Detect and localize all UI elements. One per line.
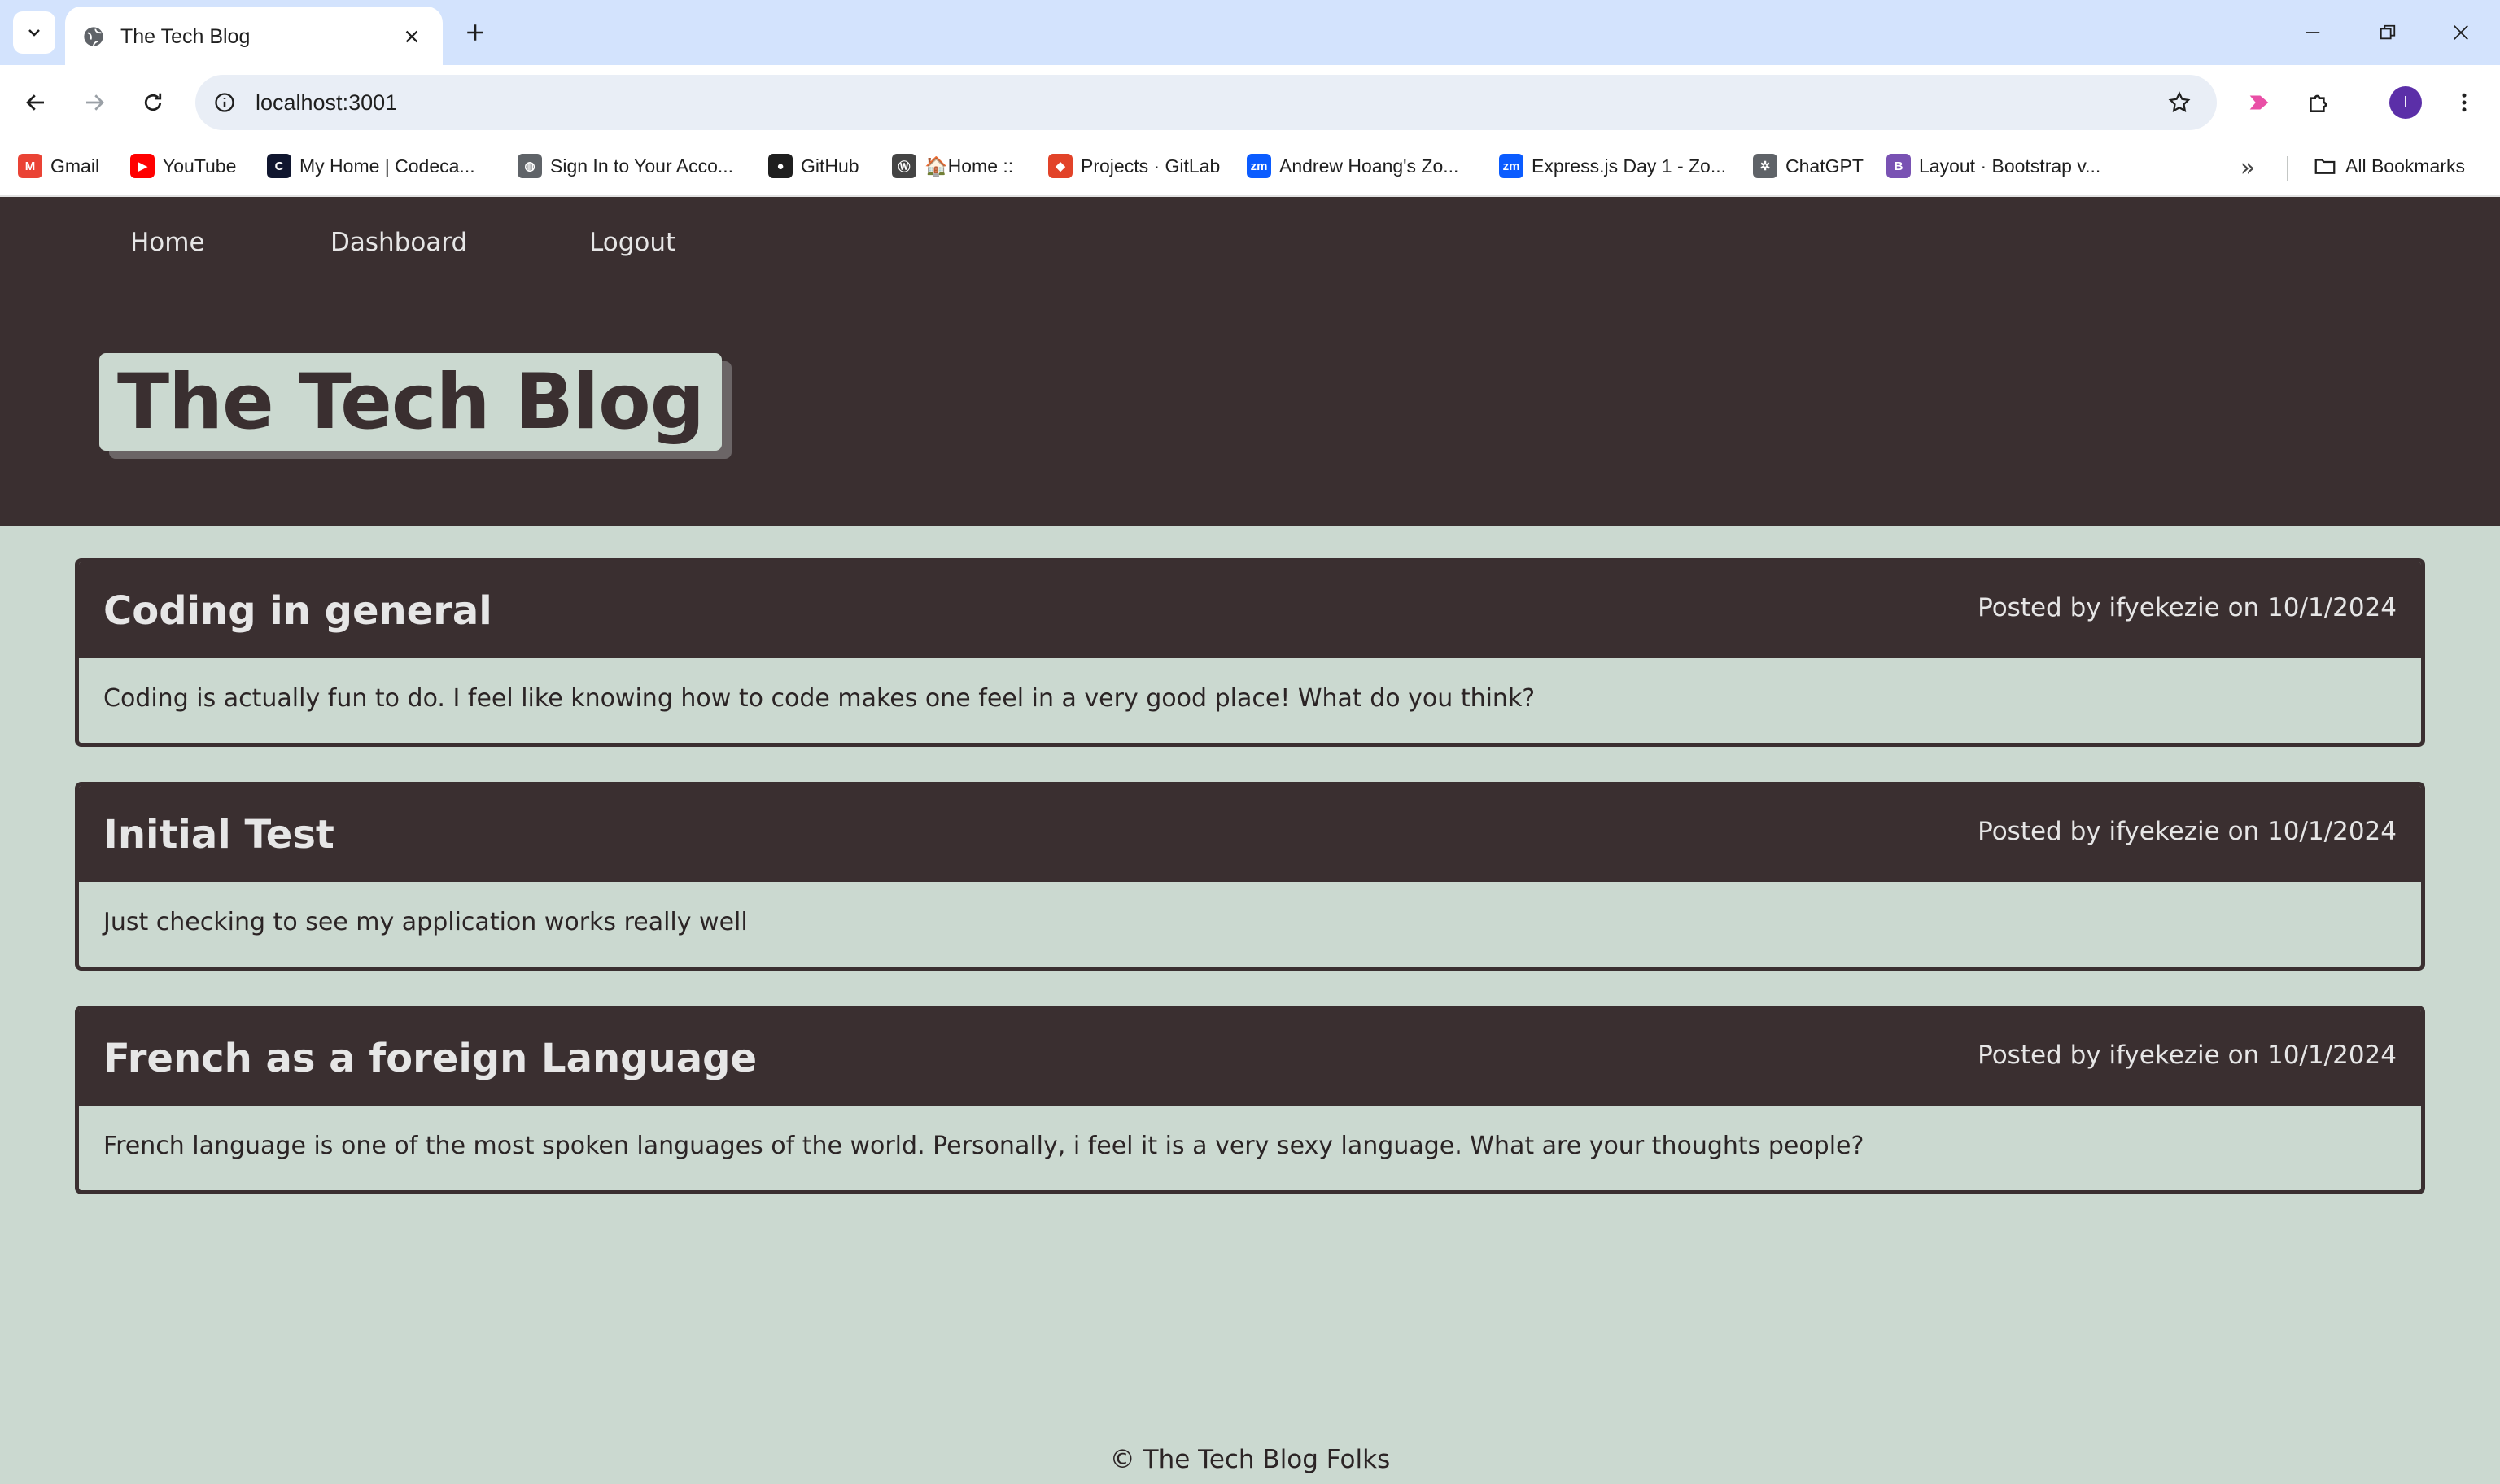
more-menu-icon[interactable] [2445, 83, 2484, 122]
restore-button[interactable] [2370, 15, 2406, 50]
tab-search-button[interactable] [13, 11, 55, 54]
post-meta: Posted by ifyekezie on 10/1/2024 [1978, 593, 2397, 622]
bookmark-label: Express.js Day 1 - Zo... [1532, 155, 1727, 177]
bookmark-label: YouTube [163, 155, 237, 177]
bookmark-label: Projects · GitLab [1081, 155, 1221, 177]
bootcamp-icon: Ⓦ [892, 154, 916, 178]
bookmark-item[interactable]: zm Express.js Day 1 - Zo... [1499, 150, 1726, 182]
minimize-icon [2306, 32, 2320, 33]
new-tab-button[interactable] [457, 15, 493, 50]
post-title[interactable]: Initial Test [103, 812, 334, 858]
browser-tab[interactable]: The Tech Blog [65, 7, 443, 67]
zoom-icon: zm [1499, 154, 1523, 178]
extension-pink-icon[interactable] [2240, 83, 2279, 122]
post-card[interactable]: French as a foreign Language Posted by i… [75, 1006, 2425, 1194]
youtube-icon: ▶ [130, 154, 155, 178]
bookmark-item[interactable]: ✲ ChatGPT [1753, 150, 1864, 182]
post-card[interactable]: Initial Test Posted by ifyekezie on 10/1… [75, 782, 2425, 971]
bookmark-item[interactable]: zm Andrew Hoang's Zo... [1247, 150, 1458, 182]
chevron-down-icon [28, 29, 40, 37]
all-bookmarks-label: All Bookmarks [2345, 155, 2465, 177]
post-body: Just checking to see my application work… [103, 908, 748, 936]
bookmark-label: 🏠Home :: [924, 155, 1014, 177]
plus-icon [467, 24, 483, 41]
globe-icon: ◍ [518, 154, 542, 178]
gmail-icon: M [18, 154, 42, 178]
profile-avatar[interactable]: I [2389, 86, 2422, 119]
forward-button[interactable] [75, 83, 114, 122]
reload-button[interactable] [133, 83, 173, 122]
bookmark-label: Andrew Hoang's Zo... [1279, 155, 1459, 177]
site-footer: © The Tech Blog Folks [1109, 1445, 1391, 1474]
bootstrap-icon: B [1886, 154, 1911, 178]
all-bookmarks-button[interactable]: All Bookmarks [2313, 150, 2465, 182]
post-body: French language is one of the most spoke… [103, 1132, 1864, 1160]
bookmark-item[interactable]: Ⓦ 🏠Home :: [892, 150, 1013, 182]
post-title[interactable]: French as a foreign Language [103, 1036, 757, 1081]
bookmarks-divider [2287, 156, 2288, 181]
globe-icon [81, 24, 106, 49]
reload-icon [144, 93, 162, 111]
browser-toolbar: localhost:3001 I [0, 65, 2500, 140]
post-body: Coding is actually fun to do. I feel lik… [103, 684, 1536, 713]
close-window-button[interactable] [2443, 15, 2479, 50]
bookmark-item[interactable]: B Layout · Bootstrap v... [1886, 150, 2100, 182]
bookmark-item[interactable]: ● GitHub [768, 150, 859, 182]
bookmark-item[interactable]: M Gmail [18, 150, 99, 182]
nav-dashboard-link[interactable]: Dashboard [330, 228, 467, 257]
url-text[interactable]: localhost:3001 [256, 90, 2160, 116]
tab-title: The Tech Blog [120, 24, 251, 48]
site-header: Home Dashboard Logout The Tech Blog [0, 197, 2500, 526]
more-bookmarks-icon[interactable]: » [2230, 151, 2266, 184]
close-icon [2454, 25, 2468, 40]
bookmark-label: Layout · Bootstrap v... [1919, 155, 2101, 177]
post-title[interactable]: Coding in general [103, 588, 492, 634]
codecademy-icon: C [267, 154, 291, 178]
bookmarks-bar: » All Bookmarks M Gmail ▶ YouTube C My Home |… [0, 140, 2500, 197]
bookmark-label: GitHub [801, 155, 859, 177]
extensions-puzzle-icon[interactable] [2300, 83, 2339, 122]
site-info-icon[interactable] [205, 83, 244, 122]
bookmark-item[interactable]: ◆ Projects · GitLab [1048, 150, 1220, 182]
nav-home-link[interactable]: Home [130, 228, 205, 257]
minimize-button[interactable] [2295, 15, 2331, 50]
post-meta: Posted by ifyekezie on 10/1/2024 [1978, 1041, 2397, 1070]
post-header: French as a foreign Language Posted by i… [79, 1010, 2421, 1106]
nav-logout-link[interactable]: Logout [589, 228, 675, 257]
restore-icon [2380, 24, 2396, 40]
browser-tabstrip: The Tech Blog [0, 0, 2500, 67]
bookmark-item[interactable]: C My Home | Codeca... [267, 150, 475, 182]
post-header: Coding in general Posted by ifyekezie on… [79, 562, 2421, 658]
close-tab-icon[interactable] [397, 22, 426, 51]
post-meta: Posted by ifyekezie on 10/1/2024 [1978, 817, 2397, 846]
bookmark-item[interactable]: ▶ YouTube [130, 150, 236, 182]
site-title-banner: The Tech Blog [99, 353, 723, 451]
gitlab-icon: ◆ [1048, 154, 1073, 178]
bookmark-star-icon[interactable] [2160, 83, 2199, 122]
zoom-icon: zm [1247, 154, 1271, 178]
bookmark-label: Gmail [50, 155, 100, 177]
address-bar[interactable]: localhost:3001 [195, 75, 2217, 130]
arrow-right-icon [86, 94, 104, 111]
bookmark-label: ChatGPT [1785, 155, 1864, 177]
bookmark-item[interactable]: ◍ Sign In to Your Acco... [518, 150, 733, 182]
back-button[interactable] [16, 83, 55, 122]
post-card[interactable]: Coding in general Posted by ifyekezie on… [75, 558, 2425, 747]
post-header: Initial Test Posted by ifyekezie on 10/1… [79, 786, 2421, 882]
bookmark-label: Sign In to Your Acco... [550, 155, 734, 177]
bookmark-label: My Home | Codeca... [299, 155, 475, 177]
github-icon: ● [768, 154, 793, 178]
site-title: The Tech Blog [117, 357, 705, 447]
chatgpt-icon: ✲ [1753, 154, 1777, 178]
folder-icon [2313, 154, 2337, 178]
arrow-left-icon [26, 94, 44, 111]
